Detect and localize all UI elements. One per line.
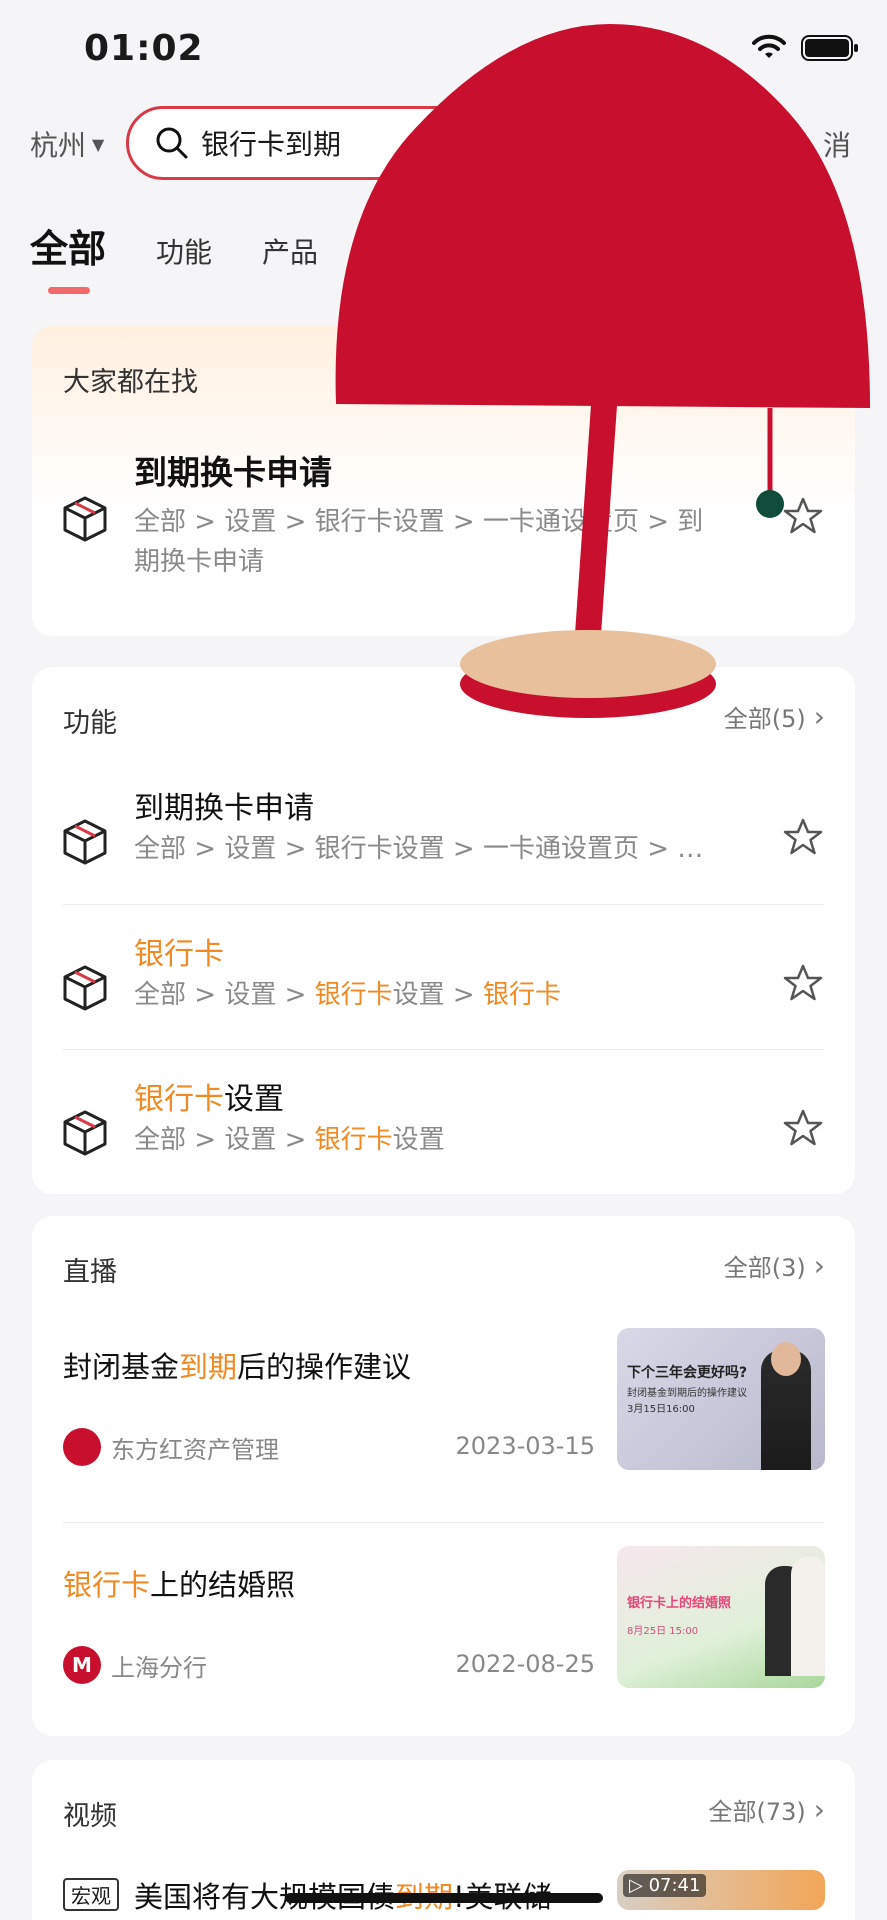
function-title: 银行卡	[134, 929, 224, 973]
live-more-label: 全部(3)	[723, 1254, 806, 1282]
function-title: 到期换卡申请	[134, 791, 314, 826]
hot-path-line2: 期换卡申请	[134, 547, 265, 577]
divider	[63, 904, 824, 905]
path-segment: 设置 >	[392, 980, 483, 1010]
star-icon[interactable]	[783, 817, 823, 857]
function-title: 银行卡设置	[134, 1074, 284, 1118]
function-item[interactable]: 银行卡 全部 > 设置 > 银行卡设置 > 银行卡	[32, 923, 855, 1053]
hot-header: 大家都在找	[63, 367, 198, 398]
live-thumbnail[interactable]: 下个三年会更好吗? 封闭基金到期后的操作建议 3月15日16:00	[617, 1328, 825, 1470]
hot-title: 到期换卡申请	[134, 453, 332, 492]
video-more-link[interactable]: 全部(73) ›	[709, 1792, 825, 1827]
divider	[63, 1522, 824, 1523]
title-segment: 上的结婚照	[150, 1568, 296, 1602]
video-thumbnail[interactable]: ▷ 07:41	[617, 1870, 825, 1910]
path-highlight: 银行卡	[482, 980, 561, 1010]
function-path: 全部 > 设置 > 银行卡设置 > 银行卡	[134, 975, 561, 1015]
tab-functions[interactable]: 功能	[156, 231, 212, 271]
title-rest: 设置	[224, 1082, 284, 1117]
live-card: 直播 全部(3) › 封闭基金到期后的操作建议 东方红资产管理 2023-03-…	[32, 1216, 855, 1736]
source-name: 上海分行	[111, 1653, 207, 1682]
function-item[interactable]: 银行卡设置 全部 > 设置 > 银行卡设置	[32, 1068, 855, 1188]
title-highlight: 银行卡	[134, 1082, 224, 1117]
lamp-pull	[756, 490, 784, 518]
duration-text: 07:41	[648, 1875, 701, 1896]
video-tag: 宏观	[63, 1878, 119, 1911]
divider	[63, 1049, 824, 1050]
chevron-right-icon: ›	[813, 1793, 825, 1826]
title-highlight: 到期	[179, 1350, 238, 1384]
live-date: 2023-03-15	[455, 1432, 595, 1460]
live-item[interactable]: 封闭基金到期后的操作建议 东方红资产管理 2023-03-15 下个三年会更好吗…	[32, 1328, 855, 1498]
path-highlight: 银行卡	[314, 1125, 393, 1155]
title-highlight: 银行卡	[134, 937, 224, 972]
dfh-logo-icon	[63, 1428, 101, 1466]
live-item[interactable]: 银行卡上的结婚照 M 上海分行 2022-08-25 银行卡上的结婚照 8月25…	[32, 1546, 855, 1716]
tab-all[interactable]: 全部	[30, 218, 106, 273]
tab-indicator	[48, 287, 90, 294]
lamp-base-top	[460, 630, 716, 698]
search-query: 银行卡到期	[201, 128, 342, 161]
live-source: M 上海分行	[63, 1646, 207, 1684]
star-icon[interactable]	[783, 1108, 823, 1148]
title-segment: 后的操作建议	[237, 1350, 412, 1384]
functions-header: 功能	[63, 708, 117, 739]
tab-products[interactable]: 产品	[262, 231, 318, 271]
live-thumbnail[interactable]: 银行卡上的结婚照 8月25日 15:00	[617, 1546, 825, 1688]
chevron-right-icon: ›	[813, 1249, 825, 1282]
path-segment: 全部 > 设置 >	[134, 1125, 315, 1155]
thumb-text: 下个三年会更好吗?	[627, 1365, 748, 1381]
tab-bar: 全部 功能 产品	[30, 218, 318, 273]
live-title: 银行卡上的结婚照	[63, 1562, 295, 1604]
city-label: 杭州	[30, 129, 87, 162]
title-highlight: 银行卡	[63, 1568, 151, 1602]
lamp-illustration	[335, 24, 870, 718]
path-segment: 全部 > 设置 >	[134, 980, 315, 1010]
function-item[interactable]: 到期换卡申请 全部 > 设置 > 银行卡设置 > 一卡通设置页 > …	[32, 777, 855, 907]
box-icon	[63, 965, 107, 1011]
thumb-text: 3月15日16:00	[627, 1404, 695, 1415]
person-figure	[791, 1556, 825, 1676]
thumb-text: 封闭基金到期后的操作建议	[627, 1388, 747, 1399]
search-icon	[156, 127, 188, 159]
function-path: 全部 > 设置 > 银行卡设置	[134, 1120, 445, 1160]
video-header: 视频	[63, 1801, 117, 1832]
live-title: 封闭基金到期后的操作建议	[63, 1344, 411, 1386]
thumb-text: 银行卡上的结婚照	[627, 1596, 732, 1611]
city-selector[interactable]: 杭州 ▼	[30, 124, 104, 164]
functions-card: 功能 全部(5) › 到期换卡申请 全部 > 设置 > 银行卡设置 > 一卡通设…	[32, 667, 855, 1194]
live-source: 东方红资产管理	[63, 1428, 279, 1466]
path-highlight: 银行卡	[314, 980, 393, 1010]
thumb-text: 8月25日 15:00	[627, 1626, 699, 1637]
video-more-label: 全部(73)	[708, 1798, 806, 1826]
star-icon[interactable]	[783, 963, 823, 1003]
caret-down-icon: ▼	[92, 134, 105, 154]
box-icon	[63, 496, 107, 542]
cmb-logo-icon: M	[63, 1646, 101, 1684]
presenter-head	[771, 1342, 801, 1376]
title-segment: 封闭基金	[63, 1350, 180, 1384]
live-more-link[interactable]: 全部(3) ›	[724, 1248, 825, 1283]
home-indicator[interactable]	[285, 1893, 603, 1903]
live-header: 直播	[63, 1257, 117, 1288]
video-duration: ▷ 07:41	[623, 1874, 707, 1897]
source-name: 东方红资产管理	[111, 1435, 279, 1464]
lamp-shade	[335, 24, 870, 408]
box-icon	[63, 819, 107, 865]
live-date: 2022-08-25	[455, 1650, 595, 1678]
path-segment: 设置	[392, 1125, 445, 1155]
status-time: 01:02	[84, 28, 204, 69]
box-icon	[63, 1110, 107, 1156]
function-path: 全部 > 设置 > 银行卡设置 > 一卡通设置页 > …	[134, 834, 704, 864]
